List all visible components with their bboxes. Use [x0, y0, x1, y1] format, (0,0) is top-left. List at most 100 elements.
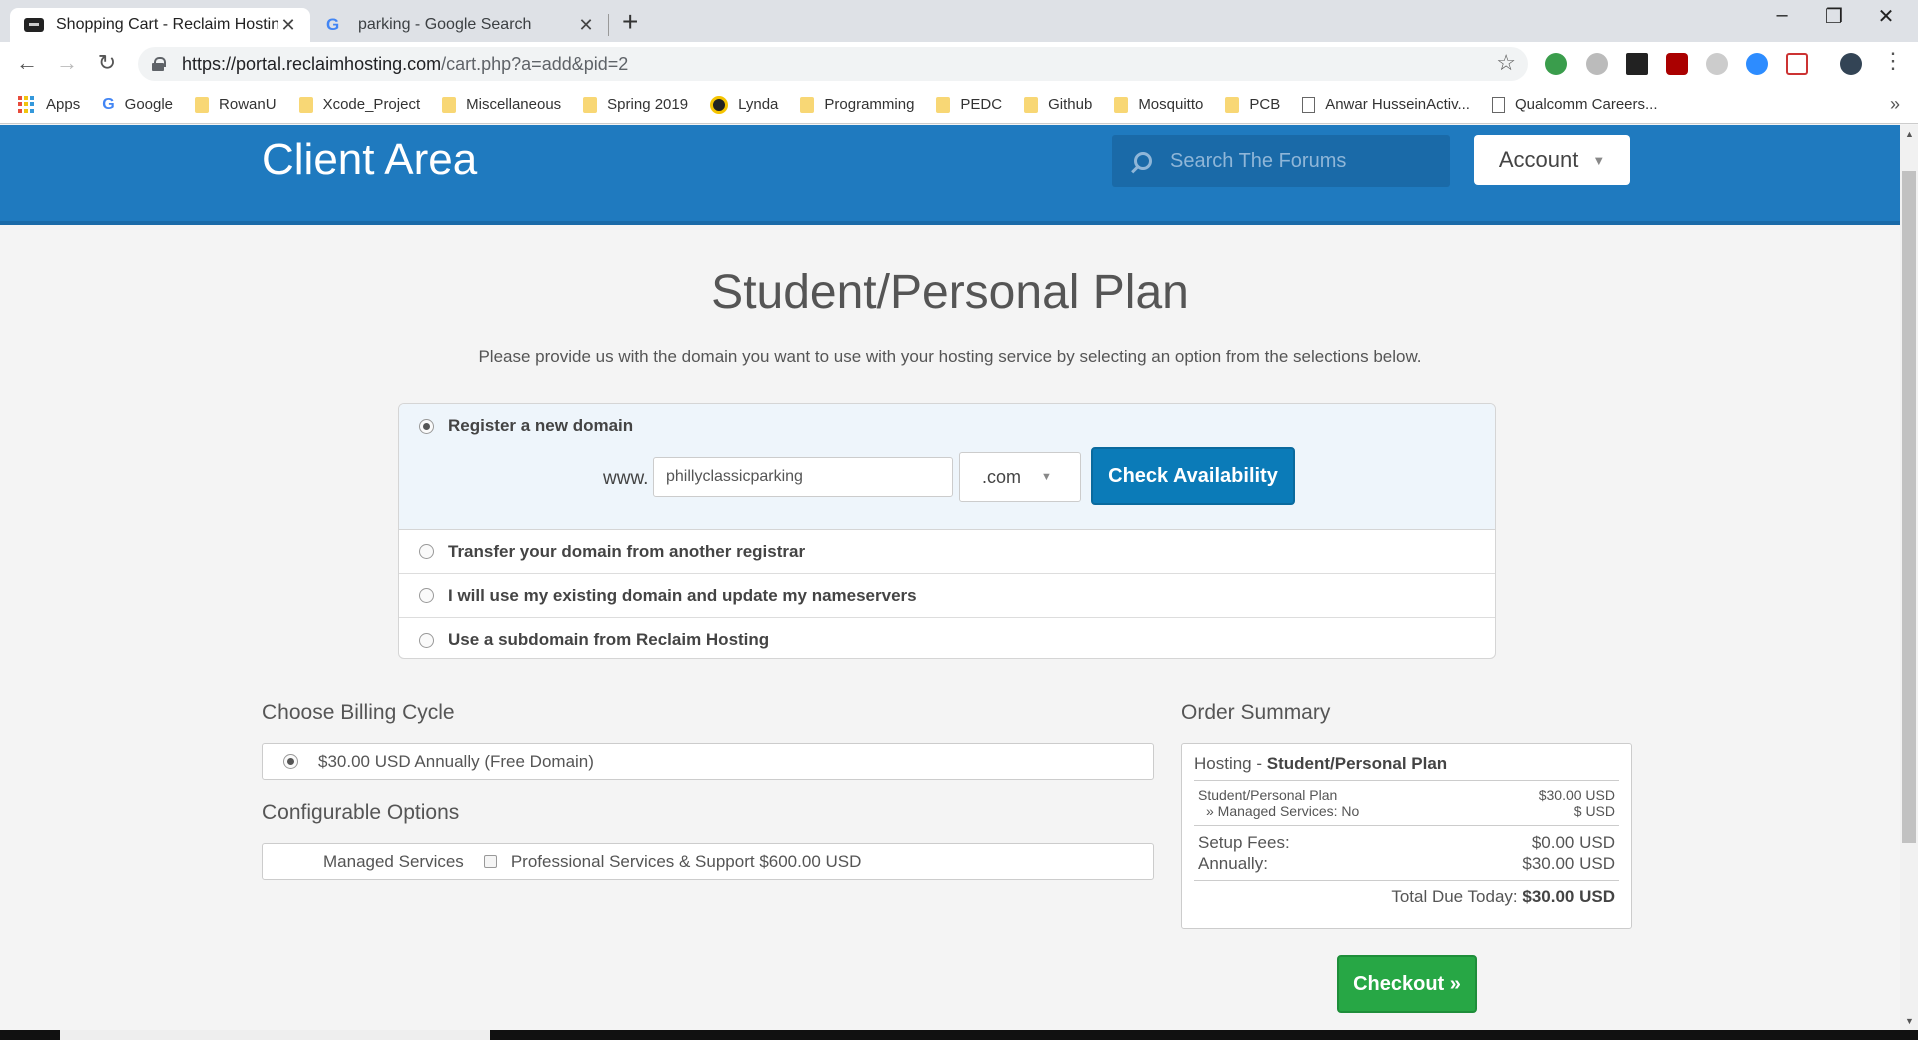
- tab-google-search[interactable]: G parking - Google Search ✕: [312, 8, 608, 42]
- bookmark-qualcomm-careers[interactable]: Qualcomm Careers...: [1491, 96, 1658, 113]
- tab-shopping-cart[interactable]: Shopping Cart - Reclaim Hosting ✕: [10, 8, 310, 42]
- radio-register[interactable]: [419, 418, 434, 434]
- domain-option-transfer[interactable]: Transfer your domain from another regist…: [399, 530, 1495, 574]
- bookmark-pedc[interactable]: PEDC: [936, 96, 1002, 113]
- professional-services-checkbox[interactable]: [483, 855, 497, 868]
- google-favicon-icon: G: [326, 15, 340, 34]
- summary-fees: Setup Fees: Annually: $0.00 USD $30.00 U…: [1194, 826, 1619, 881]
- tab-title: parking - Google Search: [358, 16, 532, 33]
- radio-subdomain[interactable]: [419, 632, 434, 648]
- bookmark-label: Github: [1048, 96, 1093, 113]
- bookmark-anwar-hussein[interactable]: Anwar HusseinActiv...: [1302, 96, 1470, 113]
- total-label: Total Due Today:: [1391, 887, 1518, 906]
- folder-icon: [1024, 96, 1039, 113]
- tld-select[interactable]: .com ▼: [959, 452, 1081, 502]
- bookmark-rowanu[interactable]: RowanU: [195, 96, 277, 113]
- account-dropdown-button[interactable]: Account ▼: [1474, 135, 1630, 185]
- line-item-plan: Student/Personal Plan: [1198, 787, 1338, 803]
- bookmark-apps[interactable]: Apps: [18, 95, 80, 114]
- domain-option-existing[interactable]: I will use my existing domain and update…: [399, 574, 1495, 618]
- reload-icon[interactable]: ↻: [92, 50, 122, 76]
- bookmark-label: Google: [124, 96, 174, 113]
- bookmark-label: PEDC: [960, 96, 1003, 113]
- forum-search-input[interactable]: Search The Forums: [1112, 135, 1450, 187]
- config-heading: Configurable Options: [262, 801, 460, 824]
- bookmark-label: Qualcomm Careers...: [1514, 96, 1658, 113]
- domain-name-input[interactable]: [653, 457, 953, 497]
- close-window-icon[interactable]: ✕: [1866, 4, 1906, 29]
- page-scrollbar[interactable]: ▲ ▼: [1900, 125, 1918, 1030]
- folder-icon: [442, 96, 457, 113]
- domain-option-subdomain[interactable]: Use a subdomain from Reclaim Hosting: [399, 618, 1495, 658]
- restore-icon[interactable]: ❐: [1814, 4, 1854, 29]
- checkout-button[interactable]: Checkout »: [1337, 955, 1477, 1013]
- calendar-ext-icon[interactable]: [1786, 53, 1808, 75]
- check-availability-button[interactable]: Check Availability: [1091, 447, 1295, 505]
- brand-title[interactable]: Client Area: [262, 135, 477, 185]
- bookmark-google[interactable]: G Google: [102, 96, 173, 114]
- scroll-up-icon[interactable]: ▲: [1905, 129, 1914, 139]
- extension-gray-icon[interactable]: [1706, 53, 1728, 75]
- os-taskbar: [0, 1030, 1918, 1040]
- tld-value: .com: [982, 466, 1022, 487]
- bookmark-miscellaneous[interactable]: Miscellaneous: [442, 96, 561, 113]
- radio-billing-annual[interactable]: [283, 754, 298, 769]
- chevron-down-icon: ▼: [1592, 152, 1606, 168]
- bookmark-lynda[interactable]: Lynda: [710, 95, 778, 114]
- configurable-options-row: Managed Services Professional Services &…: [262, 843, 1154, 880]
- scroll-down-icon[interactable]: ▼: [1905, 1016, 1914, 1026]
- option-label: I will use my existing domain and update…: [448, 585, 917, 605]
- bookmark-label: Spring 2019: [607, 96, 689, 113]
- lock-icon: [152, 57, 166, 71]
- billing-cycle-option[interactable]: $30.00 USD Annually (Free Domain): [262, 743, 1154, 780]
- bookmark-label: Mosquitto: [1138, 96, 1204, 113]
- taskbar-search[interactable]: [60, 1030, 490, 1040]
- bookmark-label: RowanU: [219, 96, 277, 113]
- apps-grid-icon: [18, 95, 36, 114]
- domain-option-register[interactable]: Register a new domain: [399, 404, 1495, 448]
- annually-label: Annually:: [1198, 854, 1268, 873]
- annually-value: $30.00 USD: [1522, 854, 1615, 873]
- bookmark-mosquitto[interactable]: Mosquitto: [1114, 96, 1203, 113]
- summary-title: Hosting - Student/Personal Plan: [1194, 754, 1619, 781]
- extension-globe-icon[interactable]: [1545, 53, 1567, 75]
- bookmark-github[interactable]: Github: [1024, 96, 1092, 113]
- minimize-icon[interactable]: –: [1762, 4, 1802, 27]
- bookmarks-bar: Apps G Google RowanU Xcode_Project Miscel…: [0, 86, 1918, 124]
- search-icon: [1134, 152, 1152, 170]
- reclaim-favicon-icon: [24, 18, 44, 32]
- new-tab-icon[interactable]: +: [622, 6, 638, 38]
- bookmark-programming[interactable]: Programming: [800, 96, 914, 113]
- zoom-icon[interactable]: [1746, 53, 1768, 75]
- document-icon: [1302, 96, 1316, 113]
- bookmark-label: PCB: [1249, 96, 1281, 113]
- radio-existing[interactable]: [419, 588, 434, 603]
- folder-icon: [800, 96, 815, 113]
- bookmark-pcb[interactable]: PCB: [1225, 96, 1280, 113]
- account-label: Account: [1498, 147, 1579, 172]
- managed-services-label: Managed Services: [323, 851, 464, 871]
- close-tab-icon[interactable]: ✕: [576, 15, 596, 36]
- order-summary-heading: Order Summary: [1181, 701, 1331, 724]
- folder-icon: [1114, 96, 1129, 113]
- profile-avatar[interactable]: [1840, 53, 1862, 75]
- line-item-managed: » Managed Services: No: [1206, 803, 1360, 819]
- more-bookmarks-icon[interactable]: »: [1890, 94, 1900, 115]
- bookmark-spring-2019[interactable]: Spring 2019: [583, 96, 688, 113]
- scrollbar-thumb[interactable]: [1902, 171, 1916, 843]
- bookmark-star-icon[interactable]: ☆: [1496, 50, 1516, 76]
- url-path: /cart.php?a=add&pid=2: [441, 53, 629, 74]
- menu-dots-icon[interactable]: ⋮: [1878, 48, 1908, 74]
- bookmark-label: Xcode_Project: [322, 96, 421, 113]
- drive-icon[interactable]: [1586, 53, 1608, 75]
- tab-separator: [608, 14, 609, 36]
- bookmark-xcode-project[interactable]: Xcode_Project: [298, 96, 421, 113]
- forward-icon[interactable]: →: [52, 50, 82, 76]
- extension-h-icon[interactable]: [1626, 53, 1648, 75]
- close-tab-icon[interactable]: ✕: [278, 15, 298, 36]
- address-bar[interactable]: https://portal.reclaimhosting.com/cart.p…: [138, 47, 1528, 81]
- radio-transfer[interactable]: [419, 544, 434, 559]
- google-icon: G: [102, 95, 115, 113]
- ublock-icon[interactable]: [1666, 53, 1688, 75]
- back-icon[interactable]: ←: [12, 50, 42, 76]
